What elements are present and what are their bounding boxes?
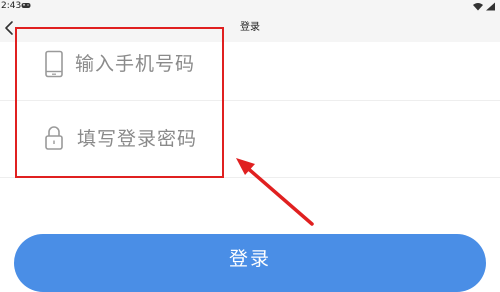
chevron-left-icon[interactable] xyxy=(2,18,20,38)
gamepad-icon xyxy=(21,3,31,8)
lock-icon xyxy=(45,126,63,150)
status-time: 2:43 xyxy=(1,1,22,11)
header-bar: 登录 xyxy=(0,14,500,42)
page-title: 登录 xyxy=(240,22,260,33)
status-bar: 2:43 xyxy=(0,0,500,14)
phone-field[interactable]: 输入手机号码 xyxy=(0,42,500,101)
login-button-label: 登录 xyxy=(228,248,271,270)
annotation-arrow-icon xyxy=(236,158,314,226)
wifi-icon xyxy=(473,3,483,11)
login-button[interactable]: 登录 xyxy=(14,234,486,292)
phone-icon xyxy=(45,50,63,78)
status-icons xyxy=(473,2,495,11)
signal-icon xyxy=(486,2,495,11)
phone-placeholder: 输入手机号码 xyxy=(75,53,196,75)
password-placeholder: 填写登录密码 xyxy=(77,128,198,150)
